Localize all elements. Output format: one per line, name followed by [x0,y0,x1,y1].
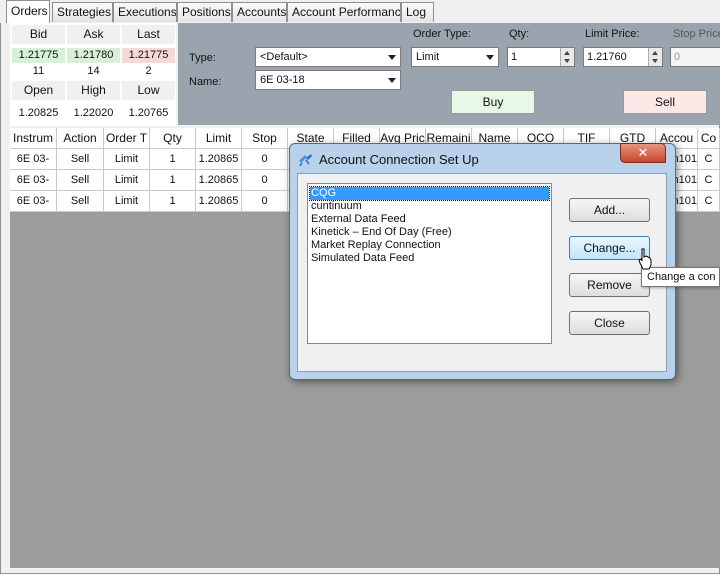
table-cell[interactable]: 1 [150,149,196,170]
list-item[interactable]: cuntinuum [310,200,549,213]
tab-bar: Orders Strategies Executions Positions A… [0,0,720,23]
connection-list[interactable]: CQG cuntinuum External Data Feed Kinetic… [307,183,552,344]
table-cell[interactable]: Sell [57,170,104,191]
chevron-down-icon [486,55,494,60]
qty-label: Qty: [509,28,530,40]
buy-button[interactable]: Buy [451,90,535,114]
name-label: Name: [189,76,222,88]
column-header[interactable]: Qty [150,128,196,149]
table-cell[interactable]: 1.20865 [196,170,242,191]
tab-positions[interactable]: Positions [177,2,232,22]
high-header: High [67,81,120,100]
table-cell[interactable]: Limit [104,191,150,212]
list-item[interactable]: Kinetick – End Of Day (Free) [310,226,549,239]
table-cell[interactable]: 6E 03- [10,149,57,170]
tab-log[interactable]: Log [401,2,434,22]
bid-size: 11 [32,65,45,77]
low-price: 1.20765 [128,107,169,119]
list-item[interactable]: External Data Feed [310,213,549,226]
remove-button[interactable]: Remove [569,273,650,297]
low-header: Low [122,81,175,100]
table-cell[interactable]: Limit [104,149,150,170]
ask-size: 14 [87,65,100,77]
limit-price-value: 1.21760 [587,51,627,63]
qty-value: 1 [511,51,518,63]
table-cell[interactable]: 1 [150,170,196,191]
type-dropdown[interactable]: <Default> [255,47,401,67]
limit-price-stepper[interactable]: 1.21760 [583,47,663,67]
table-cell[interactable]: 6E 03- [10,191,57,212]
chevron-down-icon [388,78,396,83]
open-header: Open [12,81,65,100]
order-type-value: Limit [416,51,440,63]
spin-down-icon [564,59,570,63]
sell-button[interactable]: Sell [623,90,707,114]
last-header: Last [122,25,175,44]
tab-orders[interactable]: Orders [6,0,50,23]
column-header[interactable]: Instrum [10,128,57,149]
table-cell[interactable]: Sell [57,191,104,212]
name-value: 6E 03-18 [260,74,305,86]
table-cell[interactable]: Sell [57,149,104,170]
last-price: 1.21775 [122,48,175,63]
column-header[interactable]: Order T [104,128,150,149]
table-cell[interactable]: 1.20865 [196,149,242,170]
table-cell[interactable]: C [698,170,720,191]
name-dropdown[interactable]: 6E 03-18 [255,70,401,90]
type-label: Type: [189,52,216,64]
table-cell[interactable]: Limit [104,170,150,191]
order-type-dropdown[interactable]: Limit [411,47,499,67]
list-item[interactable]: Market Replay Connection [310,239,549,252]
type-value: <Default> [260,51,308,63]
tab-executions[interactable]: Executions [113,2,177,22]
chevron-down-icon [388,55,396,60]
column-header[interactable]: Co [698,128,720,149]
close-icon[interactable]: ✕ [620,143,666,163]
qty-stepper[interactable]: 1 [507,47,575,67]
limit-price-label: Limit Price: [585,28,640,40]
tab-accounts[interactable]: Accounts [232,2,287,22]
spin-buttons[interactable] [560,48,574,66]
order-entry-panel: Type: <Default> Name: 6E 03-18 Order Typ… [178,23,720,125]
tooltip: Change a con [641,267,720,287]
add-button[interactable]: Add... [569,198,650,222]
high-price: 1.22020 [73,107,114,119]
bid-price: 1.21775 [12,48,65,63]
ask-header: Ask [67,25,120,44]
stop-price-label: Stop Price: [673,28,720,40]
market-data-panel: Bid Ask Last 1.21775 1.21780 1.21775 11 … [10,23,176,126]
table-cell[interactable]: 1 [150,191,196,212]
bid-header: Bid [12,25,65,44]
close-button[interactable]: Close [569,311,650,335]
table-cell[interactable]: C [698,191,720,212]
table-cell[interactable]: 0 [242,149,288,170]
tab-account-performance[interactable]: Account Performance [287,2,401,22]
dialog-title: Account Connection Set Up [319,152,479,167]
stop-price-value: 0 [674,51,681,63]
spin-up-icon [652,51,658,55]
table-cell[interactable]: C [698,149,720,170]
table-cell[interactable]: 1.20865 [196,191,242,212]
tab-strategies[interactable]: Strategies [52,2,113,22]
table-cell[interactable]: 0 [242,170,288,191]
spin-down-icon [652,59,658,63]
open-price: 1.20825 [18,107,59,119]
list-item[interactable]: CQG [309,186,550,201]
list-item[interactable]: Simulated Data Feed [310,252,549,265]
last-size: 2 [145,65,152,77]
spin-up-icon [564,51,570,55]
spin-buttons[interactable] [648,48,662,66]
column-header[interactable]: Stop [242,128,288,149]
ask-price: 1.21780 [67,48,120,63]
order-type-label: Order Type: [413,28,471,40]
table-cell[interactable]: 6E 03- [10,170,57,191]
column-header[interactable]: Action [57,128,104,149]
hand-cursor-icon [638,248,652,270]
table-cell[interactable]: 0 [242,191,288,212]
connection-icon [299,154,312,167]
stop-price-stepper[interactable]: 0 [670,47,720,67]
column-header[interactable]: Limit [196,128,242,149]
